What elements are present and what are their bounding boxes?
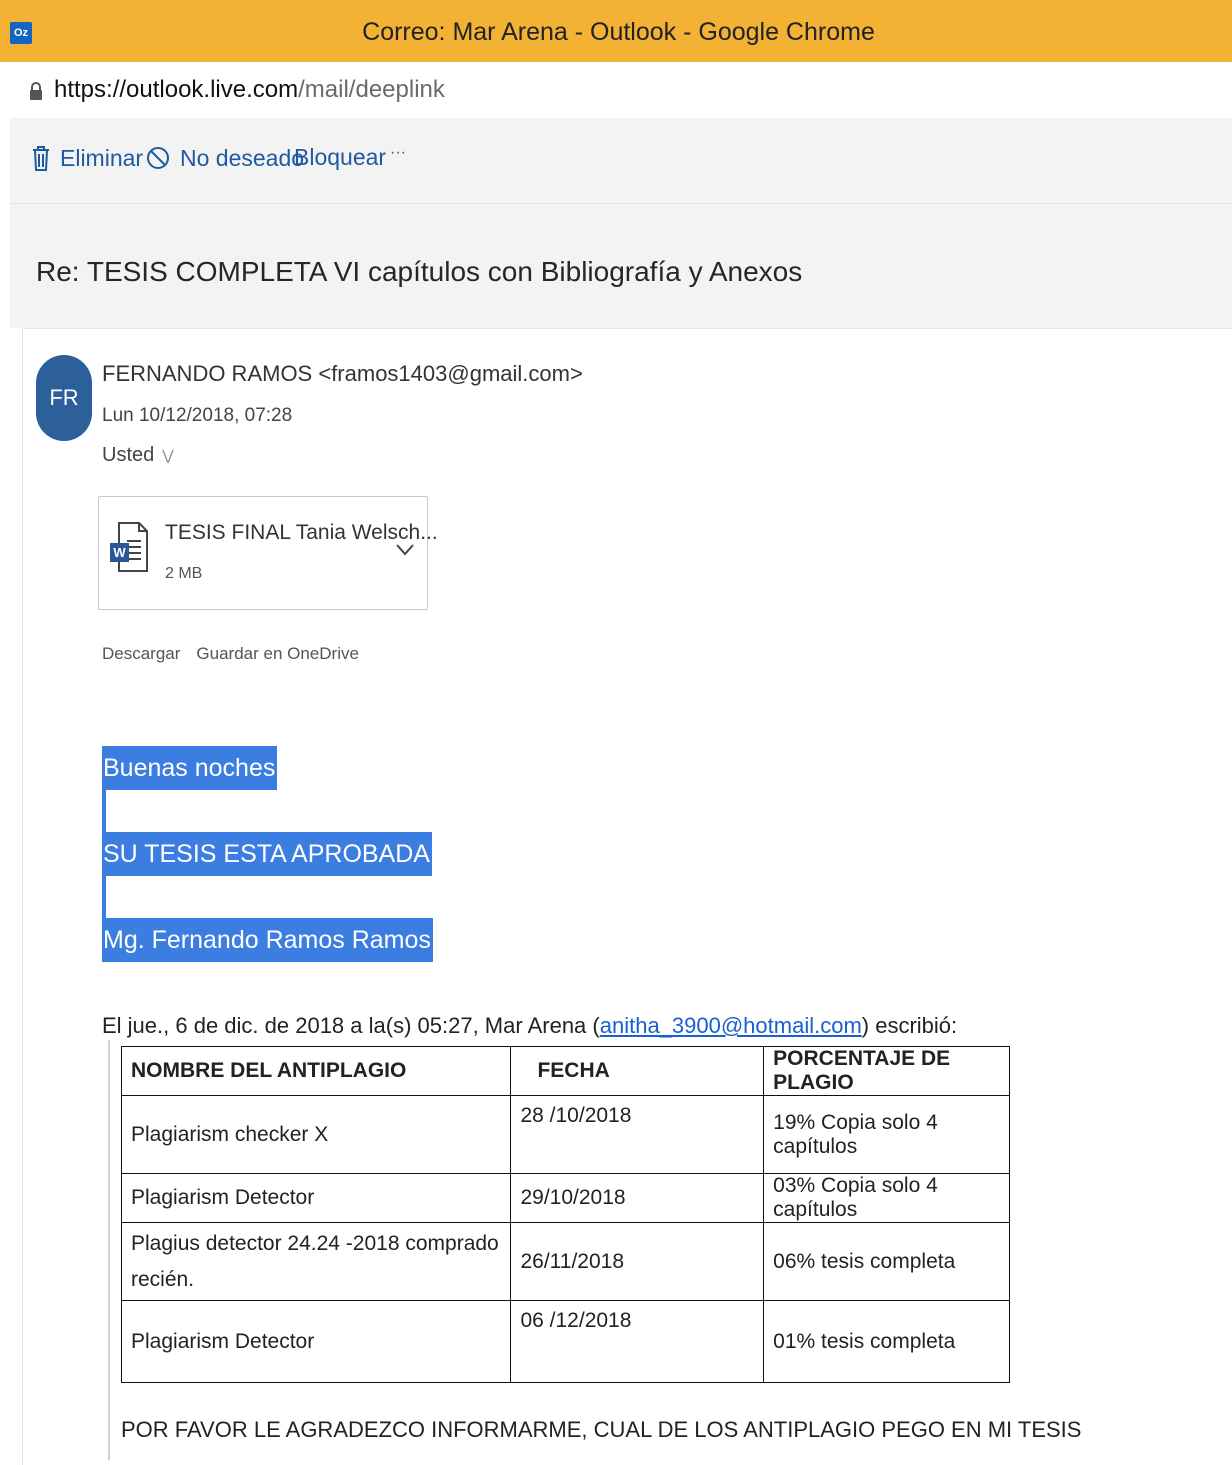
table-cell: 28 /10/2018 (510, 1095, 765, 1174)
table-cell: 01% tesis completa (763, 1300, 1010, 1383)
body-approval: SU TESIS ESTA APROBADA (102, 832, 432, 876)
message-date: Lun 10/12/2018, 07:28 (102, 405, 293, 426)
table-cell: 03% Copia solo 4 capítulos (763, 1173, 1010, 1223)
trash-icon (33, 146, 49, 171)
table-row: Plagiarism checker X 28 /10/2018 19% Cop… (120, 1095, 1010, 1174)
table-cell: 26/11/2018 (510, 1222, 765, 1301)
window-titlebar: Oz Correo: Mar Arena - Outlook - Google … (0, 0, 1232, 62)
download-link[interactable]: Descargar (102, 644, 180, 664)
body-signature: Mg. Fernando Ramos Ramos (102, 918, 433, 962)
block-circle-icon (147, 147, 169, 169)
more-actions-button[interactable]: ··· (390, 144, 406, 162)
plagiarism-table: NOMBRE DEL ANTIPLAGIO FECHA PORCENTAJE D… (120, 1046, 1010, 1383)
block-button[interactable]: Bloquear (294, 144, 386, 171)
save-onedrive-link[interactable]: Guardar en OneDrive (196, 644, 359, 664)
lock-icon (30, 82, 42, 100)
table-cell: Plagius detector 24.24 -2018 comprado re… (120, 1222, 512, 1301)
quote-border (108, 1040, 110, 1460)
body-greeting: Buenas noches (102, 746, 278, 790)
selection-highlight (102, 876, 106, 918)
attachment-size: 2 MB (165, 565, 203, 582)
window-title: Correo: Mar Arena - Outlook - Google Chr… (362, 18, 875, 46)
table-header: FECHA (510, 1046, 765, 1096)
address-bar[interactable]: https://outlook.live.com/mail/deeplink (0, 62, 1232, 118)
url-text[interactable]: https://outlook.live.com/mail/deeplink (54, 76, 445, 104)
selection-highlight (102, 790, 106, 832)
word-document-icon: W (110, 522, 148, 572)
subject-area: Re: TESIS COMPLETA VI capítulos con Bibl… (10, 204, 1232, 328)
recipient-toggle[interactable]: Usted ⋁ (102, 444, 174, 467)
junk-label: No deseado (180, 144, 305, 171)
svg-text:W: W (113, 545, 126, 560)
table-cell: 06% tesis completa (763, 1222, 1010, 1301)
more-icon: ··· (390, 144, 406, 161)
table-row: Plagius detector 24.24 -2018 comprado re… (120, 1222, 1010, 1301)
attachment-name: TESIS FINAL Tania Welsch... (165, 521, 438, 544)
junk-button[interactable]: No deseado (146, 144, 304, 172)
quote-intro-after: ) escribió: (861, 1013, 958, 1038)
delete-button[interactable]: Eliminar (32, 144, 143, 172)
message-subject: Re: TESIS COMPLETA VI capítulos con Bibl… (36, 256, 803, 287)
table-row: Plagiarism Detector 29/10/2018 03% Copia… (120, 1173, 1010, 1223)
delete-label: Eliminar (60, 144, 144, 171)
table-header-row: NOMBRE DEL ANTIPLAGIO FECHA PORCENTAJE D… (120, 1046, 1010, 1096)
table-header: PORCENTAJE DE PLAGIO (763, 1046, 1010, 1096)
avatar[interactable]: FR (36, 355, 92, 441)
table-cell: 06 /12/2018 (510, 1300, 765, 1383)
chevron-down-icon: ⋁ (162, 447, 174, 463)
table-cell: Plagiarism Detector (120, 1173, 512, 1223)
url-domain: https://outlook.live.com (54, 76, 299, 103)
quote-header: El jue., 6 de dic. de 2018 a la(s) 05:27… (102, 1013, 957, 1039)
attachment-actions: Descargar Guardar en OneDrive (102, 644, 359, 664)
table-cell: 19% Copia solo 4 capítulos (763, 1095, 1010, 1174)
table-cell: Plagiarism Detector (120, 1300, 512, 1383)
quote-intro-before: El jue., 6 de dic. de 2018 a la(s) 05:27… (102, 1013, 600, 1038)
table-cell: 29/10/2018 (510, 1173, 765, 1223)
url-path: /mail/deeplink (298, 76, 445, 103)
block-label: Bloquear (294, 144, 387, 170)
message-toolbar: Eliminar No deseado Bloquear ··· (10, 118, 1232, 204)
chevron-down-icon[interactable] (395, 543, 415, 557)
quote-email-link[interactable]: anitha_3900@hotmail.com (600, 1013, 862, 1038)
sender[interactable]: FERNANDO RAMOS <framos1403@gmail.com> (102, 361, 583, 387)
attachment-card[interactable]: W TESIS FINAL Tania Welsch... 2 MB (98, 496, 438, 610)
table-header: NOMBRE DEL ANTIPLAGIO (120, 1046, 512, 1096)
table-cell: Plagiarism checker X (120, 1095, 512, 1174)
quote-closing-text: POR FAVOR LE AGRADEZCO INFORMARME, CUAL … (121, 1417, 1082, 1442)
recipient-label: Usted (102, 444, 155, 466)
table-row: Plagiarism Detector 06 /12/2018 01% tesi… (120, 1300, 1010, 1383)
